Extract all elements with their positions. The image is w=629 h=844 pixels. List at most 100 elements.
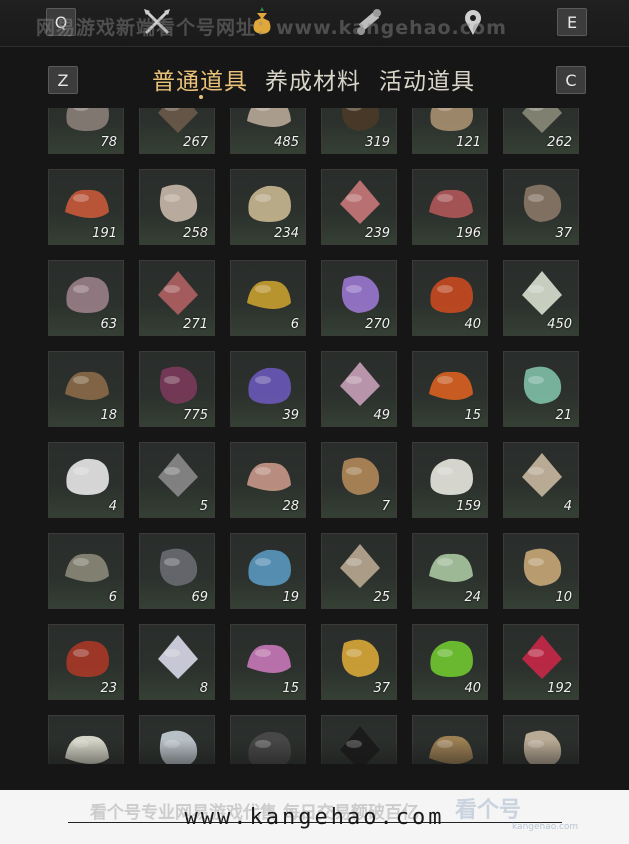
item-grid: 78 267 485 319 121 262 191 258 234 239 196 37 63 271 6… [0,108,629,764]
item-quantity: 8 [199,681,208,696]
item-slot[interactable]: 6 [48,533,124,609]
item-slot[interactable]: 10 [503,533,579,609]
amber-stone-icon [430,276,473,313]
item-quantity: 6 [108,590,117,605]
white-chrysanthemum-icon [158,635,198,679]
item-slot[interactable]: 234 [230,169,306,245]
white-herb-icon [522,271,562,315]
bundle-icon [523,548,562,586]
item-quantity: 258 [183,226,208,241]
item-slot[interactable]: 37 [321,624,397,700]
berries-icon [65,189,109,218]
item-quantity: 191 [92,226,117,241]
item-slot[interactable]: 192 [503,624,579,700]
item-slot[interactable]: 270 [321,260,397,336]
item-slot[interactable]: 159 [412,442,488,518]
catfish-icon [65,553,109,582]
jade-icon [523,366,562,404]
tab-cultivation-materials[interactable]: 养成材料 [265,62,361,96]
hide-icon [523,184,562,222]
purple-crystal-icon [341,275,380,313]
item-slot[interactable]: 23 [48,624,124,700]
item-quantity: 239 [365,226,390,241]
item-slot[interactable]: 262 [503,108,579,154]
ruby-icon [522,635,562,679]
item-quantity: 69 [191,590,208,605]
item-quantity: 192 [547,681,572,696]
item-quantity: 19 [282,590,299,605]
item-slot[interactable]: 49 [321,351,397,427]
item-slot[interactable]: 15 [230,624,306,700]
item-slot[interactable]: 121 [412,108,488,154]
item-quantity: 319 [365,135,390,150]
watermark-logo-sub: kangehao.com [512,822,579,832]
white-feather-icon [66,458,109,495]
raw-meat-icon [158,271,198,315]
item-quantity: 37 [373,681,390,696]
item-quantity: 18 [100,408,117,423]
item-slot[interactable]: 25 [321,533,397,609]
item-slot[interactable]: 8 [139,624,215,700]
item-slot[interactable]: 78 [48,108,124,154]
pufferfish-icon [522,453,562,497]
item-quantity: 234 [274,226,299,241]
golden-carp-icon [247,280,291,309]
item-slot[interactable]: 19 [230,533,306,609]
item-quantity: 28 [282,499,299,514]
watermark-logo: 看个号 [455,798,522,823]
item-slot[interactable]: 450 [503,260,579,336]
item-quantity: 121 [456,135,481,150]
item-slot[interactable]: 15 [412,351,488,427]
item-quantity: 25 [373,590,390,605]
item-slot[interactable]: 37 [503,169,579,245]
item-slot[interactable]: 239 [321,169,397,245]
tab-event-items[interactable]: 活动道具 [379,62,475,96]
item-slot[interactable]: 271 [139,260,215,336]
item-slot[interactable]: 7 [321,442,397,518]
item-slot[interactable]: 21 [503,351,579,427]
item-slot[interactable]: 775 [139,351,215,427]
item-slot[interactable]: 4 [503,442,579,518]
lavender-icon [248,367,291,404]
red-twig-icon [66,640,109,677]
iron-ore-icon [159,548,198,586]
item-quantity: 262 [547,135,572,150]
item-slot[interactable]: 40 [412,624,488,700]
item-slot[interactable]: 39 [230,351,306,427]
item-slot[interactable]: 258 [139,169,215,245]
item-quantity: 270 [365,317,390,332]
item-slot[interactable]: 18 [48,351,124,427]
item-quantity: 49 [373,408,390,423]
item-slot[interactable]: 319 [321,108,397,154]
grid-fade [0,740,629,790]
item-slot[interactable]: 40 [412,260,488,336]
item-quantity: 24 [464,590,481,605]
item-quantity: 23 [100,681,117,696]
item-quantity: 7 [381,499,390,514]
item-quantity: 196 [456,226,481,241]
green-orb-icon [430,640,473,677]
item-quantity: 775 [183,408,208,423]
item-slot[interactable]: 6 [230,260,306,336]
mortar-icon [65,371,109,400]
fur-pelt-icon [341,457,380,495]
white-fleece-icon [430,458,473,495]
item-slot[interactable]: 69 [139,533,215,609]
intestine-icon [66,276,109,313]
hotkey-e[interactable]: E [557,8,587,36]
item-slot[interactable]: 5 [139,442,215,518]
fish-fillet-icon [247,462,291,491]
grey-feather-icon [158,453,198,497]
item-slot[interactable]: 267 [139,108,215,154]
item-quantity: 485 [274,135,299,150]
item-slot[interactable]: 4 [48,442,124,518]
item-slot[interactable]: 63 [48,260,124,336]
item-slot[interactable]: 196 [412,169,488,245]
item-slot[interactable]: 28 [230,442,306,518]
steak-icon [429,189,473,218]
item-slot[interactable]: 191 [48,169,124,245]
item-quantity: 40 [464,681,481,696]
item-slot[interactable]: 24 [412,533,488,609]
item-slot[interactable]: 485 [230,108,306,154]
tab-common-items[interactable]: 普通道具 [152,62,248,96]
